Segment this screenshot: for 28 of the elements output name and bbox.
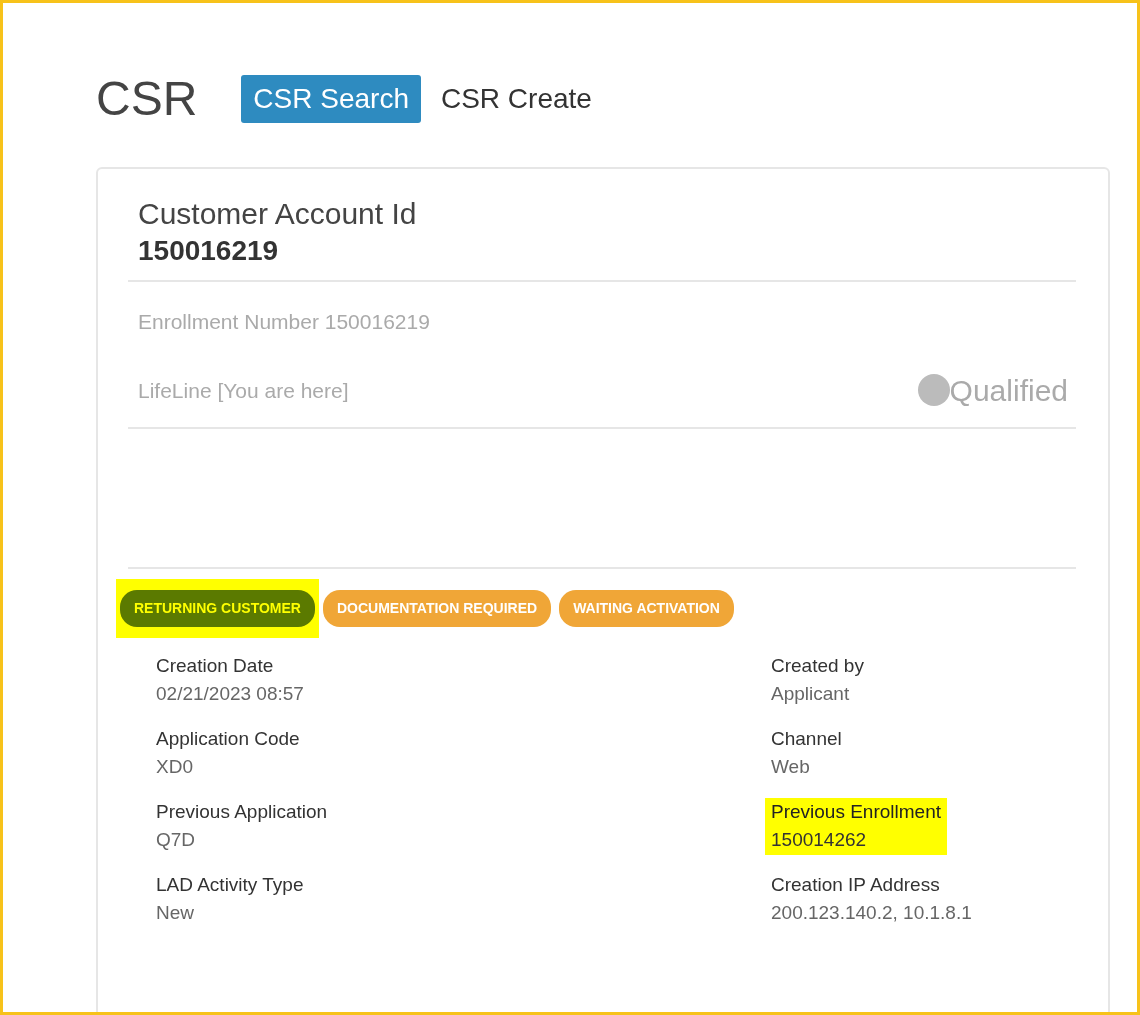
- field-value: XD0: [156, 755, 194, 780]
- status-text: Qualified: [949, 372, 1068, 409]
- field-value: Web: [771, 755, 811, 780]
- field-label: Previous Enrollment: [771, 799, 942, 824]
- status-dot-icon: [917, 374, 950, 407]
- account-label: Customer Account Id: [138, 197, 418, 231]
- status-tag: WAITING ACTIVATION: [559, 589, 734, 627]
- field-value: 150014262: [771, 828, 868, 853]
- field-value: Q7D: [156, 828, 197, 853]
- enrollment-number: Enrollment Number 150016219: [138, 309, 431, 336]
- app-title: CSR: [96, 75, 198, 124]
- nav-tab[interactable]: CSR Search: [241, 75, 421, 124]
- field-value: New: [156, 901, 195, 926]
- field-label: Created by: [771, 653, 864, 678]
- field-label: Application Code: [156, 726, 300, 751]
- program-name: LifeLine [You are here]: [138, 377, 349, 404]
- field-label: Creation Date: [156, 653, 275, 678]
- status-tag: DOCUMENTATION REQUIRED: [322, 589, 552, 627]
- field-label: LAD Activity Type: [156, 872, 304, 897]
- field-label: Creation IP Address: [771, 872, 941, 897]
- field-value: 02/21/2023 08:57: [156, 682, 304, 707]
- field-value: 200.123.140.2, 10.1.8.1: [771, 901, 972, 926]
- status-tag: RETURNING CUSTOMER: [120, 589, 315, 627]
- field-label: Previous Application: [156, 799, 328, 824]
- nav-tab[interactable]: CSR Create: [428, 75, 604, 124]
- account-id: 150016219: [138, 234, 280, 269]
- field-value: Applicant: [771, 682, 851, 707]
- field-label: Channel: [771, 726, 842, 751]
